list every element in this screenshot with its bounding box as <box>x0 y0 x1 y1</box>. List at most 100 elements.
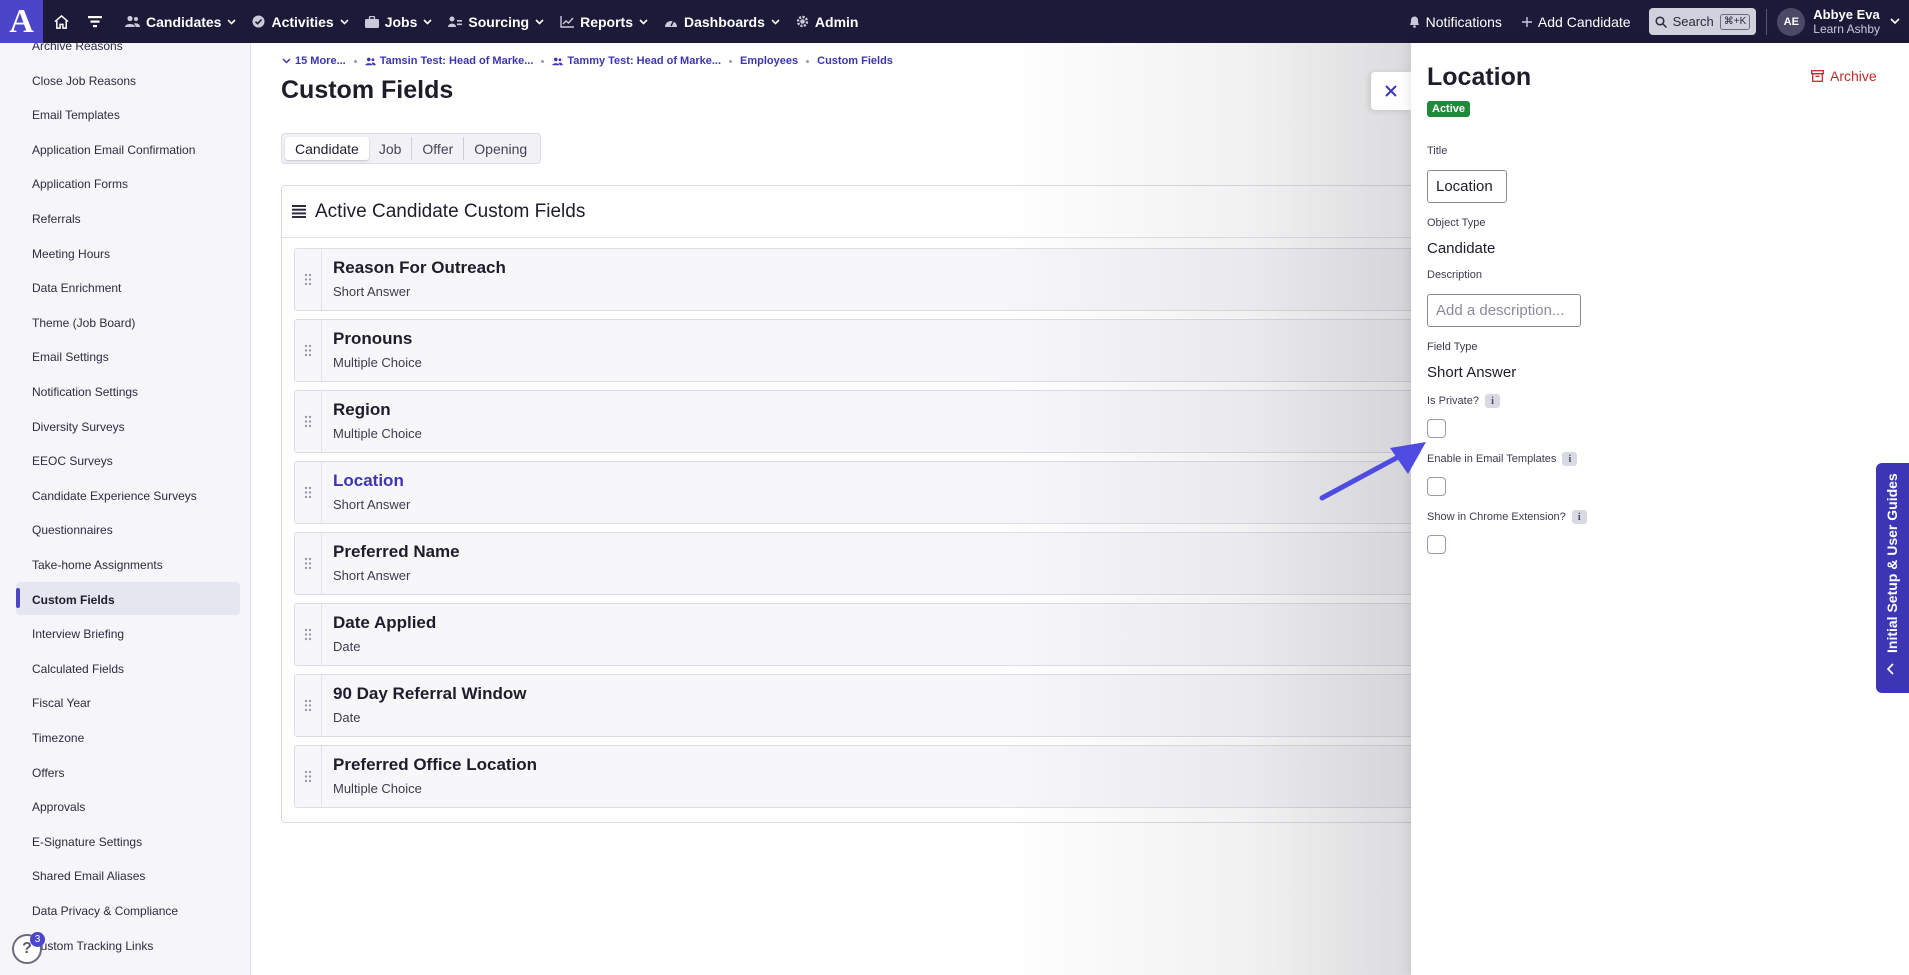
tab-offer[interactable]: Offer <box>412 137 465 160</box>
card-title: Active Candidate Custom Fields <box>315 200 586 222</box>
field-name[interactable]: 90 Day Referral Window <box>333 684 527 704</box>
sidebar-item-theme-job-board[interactable]: Theme (Job Board) <box>32 316 135 330</box>
is-private-checkbox[interactable] <box>1427 419 1446 438</box>
field-name[interactable]: Preferred Office Location <box>333 755 537 775</box>
title-input[interactable] <box>1427 170 1507 203</box>
drag-handle-icon[interactable] <box>295 746 322 807</box>
nav-admin[interactable]: Admin <box>788 0 867 43</box>
field-name[interactable]: Pronouns <box>333 329 412 349</box>
sidebar-item-email-settings[interactable]: Email Settings <box>32 350 109 364</box>
sidebar-item-fiscal-year[interactable]: Fiscal Year <box>32 696 91 710</box>
sidebar-item-custom-fields[interactable]: Custom Fields <box>32 593 115 607</box>
breadcrumb-label: Tamsin Test: Head of Marke... <box>379 55 534 67</box>
field-name[interactable]: Preferred Name <box>333 542 460 562</box>
breadcrumb-item-tamsin[interactable]: Tamsin Test: Head of Marke... <box>365 55 534 67</box>
breadcrumb-more[interactable]: 15 More... <box>282 55 346 67</box>
description-input[interactable] <box>1427 294 1581 327</box>
close-panel-button[interactable] <box>1371 72 1411 110</box>
home-icon[interactable] <box>45 0 77 43</box>
nav-dashboards[interactable]: Dashboards <box>656 0 788 43</box>
nav-activities[interactable]: Activities <box>244 0 356 43</box>
sidebar-item-approvals[interactable]: Approvals <box>32 800 85 814</box>
sidebar-item-archive-reasons[interactable]: Archive Reasons <box>32 43 123 53</box>
object-type-label-text: Object Type <box>1427 217 1486 229</box>
nav-candidates[interactable]: Candidates <box>117 0 244 43</box>
field-type: Date <box>333 710 361 725</box>
sidebar-item-shared-email-aliases[interactable]: Shared Email Aliases <box>32 869 145 883</box>
nav-sourcing[interactable]: Sourcing <box>440 0 552 43</box>
field-type: Short Answer <box>333 568 411 583</box>
avatar[interactable]: AE <box>1777 7 1806 36</box>
sidebar-item-close-job-reasons[interactable]: Close Job Reasons <box>32 74 136 88</box>
sidebar-item-custom-tracking-links[interactable]: Custom Tracking Links <box>32 939 153 953</box>
ashby-logo[interactable]: A <box>0 0 43 43</box>
gear-icon <box>796 15 809 28</box>
sidebar-item-email-templates[interactable]: Email Templates <box>32 108 120 122</box>
nav-reports[interactable]: Reports <box>552 0 656 43</box>
notifications-button[interactable]: Notifications <box>1401 0 1510 43</box>
archive-button[interactable]: Archive <box>1811 68 1877 84</box>
info-icon[interactable]: i <box>1484 394 1500 408</box>
info-icon[interactable]: i <box>1571 510 1587 524</box>
chrome-extension-checkbox[interactable] <box>1427 535 1446 554</box>
drag-handle-icon[interactable] <box>295 320 322 381</box>
sidebar-item-meeting-hours[interactable]: Meeting Hours <box>32 247 110 261</box>
tab-candidate[interactable]: Candidate <box>285 137 369 160</box>
user-menu[interactable]: Abbye Eva Learn Ashby <box>1813 7 1880 37</box>
sidebar-item-offers[interactable]: Offers <box>32 766 64 780</box>
search-label: Search <box>1672 14 1714 29</box>
drag-handle-icon[interactable] <box>295 249 322 310</box>
nav-jobs[interactable]: Jobs <box>357 0 441 43</box>
setup-guide-tab[interactable]: Initial Setup & User Guides <box>1876 463 1909 693</box>
sidebar-item-application-email-confirmation[interactable]: Application Email Confirmation <box>32 143 195 157</box>
annotation-arrow-icon <box>1319 442 1426 501</box>
drag-handle-icon[interactable] <box>295 391 322 452</box>
breadcrumb-item-custom-fields[interactable]: Custom Fields <box>817 55 893 67</box>
chevron-down-icon <box>771 18 780 25</box>
sidebar-item-data-enrichment[interactable]: Data Enrichment <box>32 281 121 295</box>
sidebar-item-timezone[interactable]: Timezone <box>32 731 84 745</box>
sidebar-item-application-forms[interactable]: Application Forms <box>32 177 128 191</box>
breadcrumb-item-tammy[interactable]: Tammy Test: Head of Marke... <box>552 55 721 67</box>
archive-label: Archive <box>1830 68 1877 84</box>
check-circle-icon <box>252 15 265 28</box>
sidebar-item-questionnaires[interactable]: Questionnaires <box>32 523 113 537</box>
breadcrumb-separator <box>729 59 733 63</box>
tab-opening[interactable]: Opening <box>464 137 537 160</box>
sidebar-item-eeoc-surveys[interactable]: EEOC Surveys <box>32 454 113 468</box>
admin-sidebar: Archive Reasons Close Job Reasons Email Te… <box>0 43 251 975</box>
add-candidate-button[interactable]: Add Candidate <box>1514 0 1639 43</box>
breadcrumb-separator <box>353 59 357 63</box>
field-name[interactable]: Reason For Outreach <box>333 258 506 278</box>
filter-icon[interactable] <box>79 0 111 43</box>
breadcrumb-item-employees[interactable]: Employees <box>740 55 798 67</box>
tab-job[interactable]: Job <box>369 137 413 160</box>
nav-reports-label: Reports <box>580 13 633 30</box>
drag-handle-icon[interactable] <box>295 604 322 665</box>
sidebar-item-data-privacy-compliance[interactable]: Data Privacy & Compliance <box>32 904 178 918</box>
drag-handle-icon[interactable] <box>295 462 322 523</box>
drag-handle-icon[interactable] <box>295 533 322 594</box>
field-name[interactable]: Region <box>333 400 391 420</box>
sidebar-item-calculated-fields[interactable]: Calculated Fields <box>32 662 124 676</box>
field-type: Date <box>333 639 361 654</box>
sidebar-item-interview-briefing[interactable]: Interview Briefing <box>32 627 124 641</box>
search-button[interactable]: Search ⌘+K <box>1648 8 1757 35</box>
breadcrumb-separator <box>806 59 810 63</box>
info-icon[interactable]: i <box>1562 452 1578 466</box>
chevron-down-icon <box>423 18 432 25</box>
nav-activities-label: Activities <box>271 13 334 30</box>
list-icon <box>292 205 306 218</box>
sidebar-item-notification-settings[interactable]: Notification Settings <box>32 385 138 399</box>
drag-handle-icon[interactable] <box>295 675 322 736</box>
chevron-down-icon[interactable] <box>1890 18 1900 25</box>
field-name[interactable]: Location <box>333 471 404 491</box>
sidebar-item-candidate-experience-surveys[interactable]: Candidate Experience Surveys <box>32 489 197 503</box>
sidebar-item-e-signature-settings[interactable]: E-Signature Settings <box>32 835 142 849</box>
sidebar-item-take-home-assignments[interactable]: Take-home Assignments <box>32 558 163 572</box>
sidebar-item-diversity-surveys[interactable]: Diversity Surveys <box>32 420 125 434</box>
sidebar-item-referrals[interactable]: Referrals <box>32 212 81 226</box>
chevron-down-icon <box>639 18 648 25</box>
sidebar-active-indicator <box>16 588 20 608</box>
field-name[interactable]: Date Applied <box>333 613 436 633</box>
